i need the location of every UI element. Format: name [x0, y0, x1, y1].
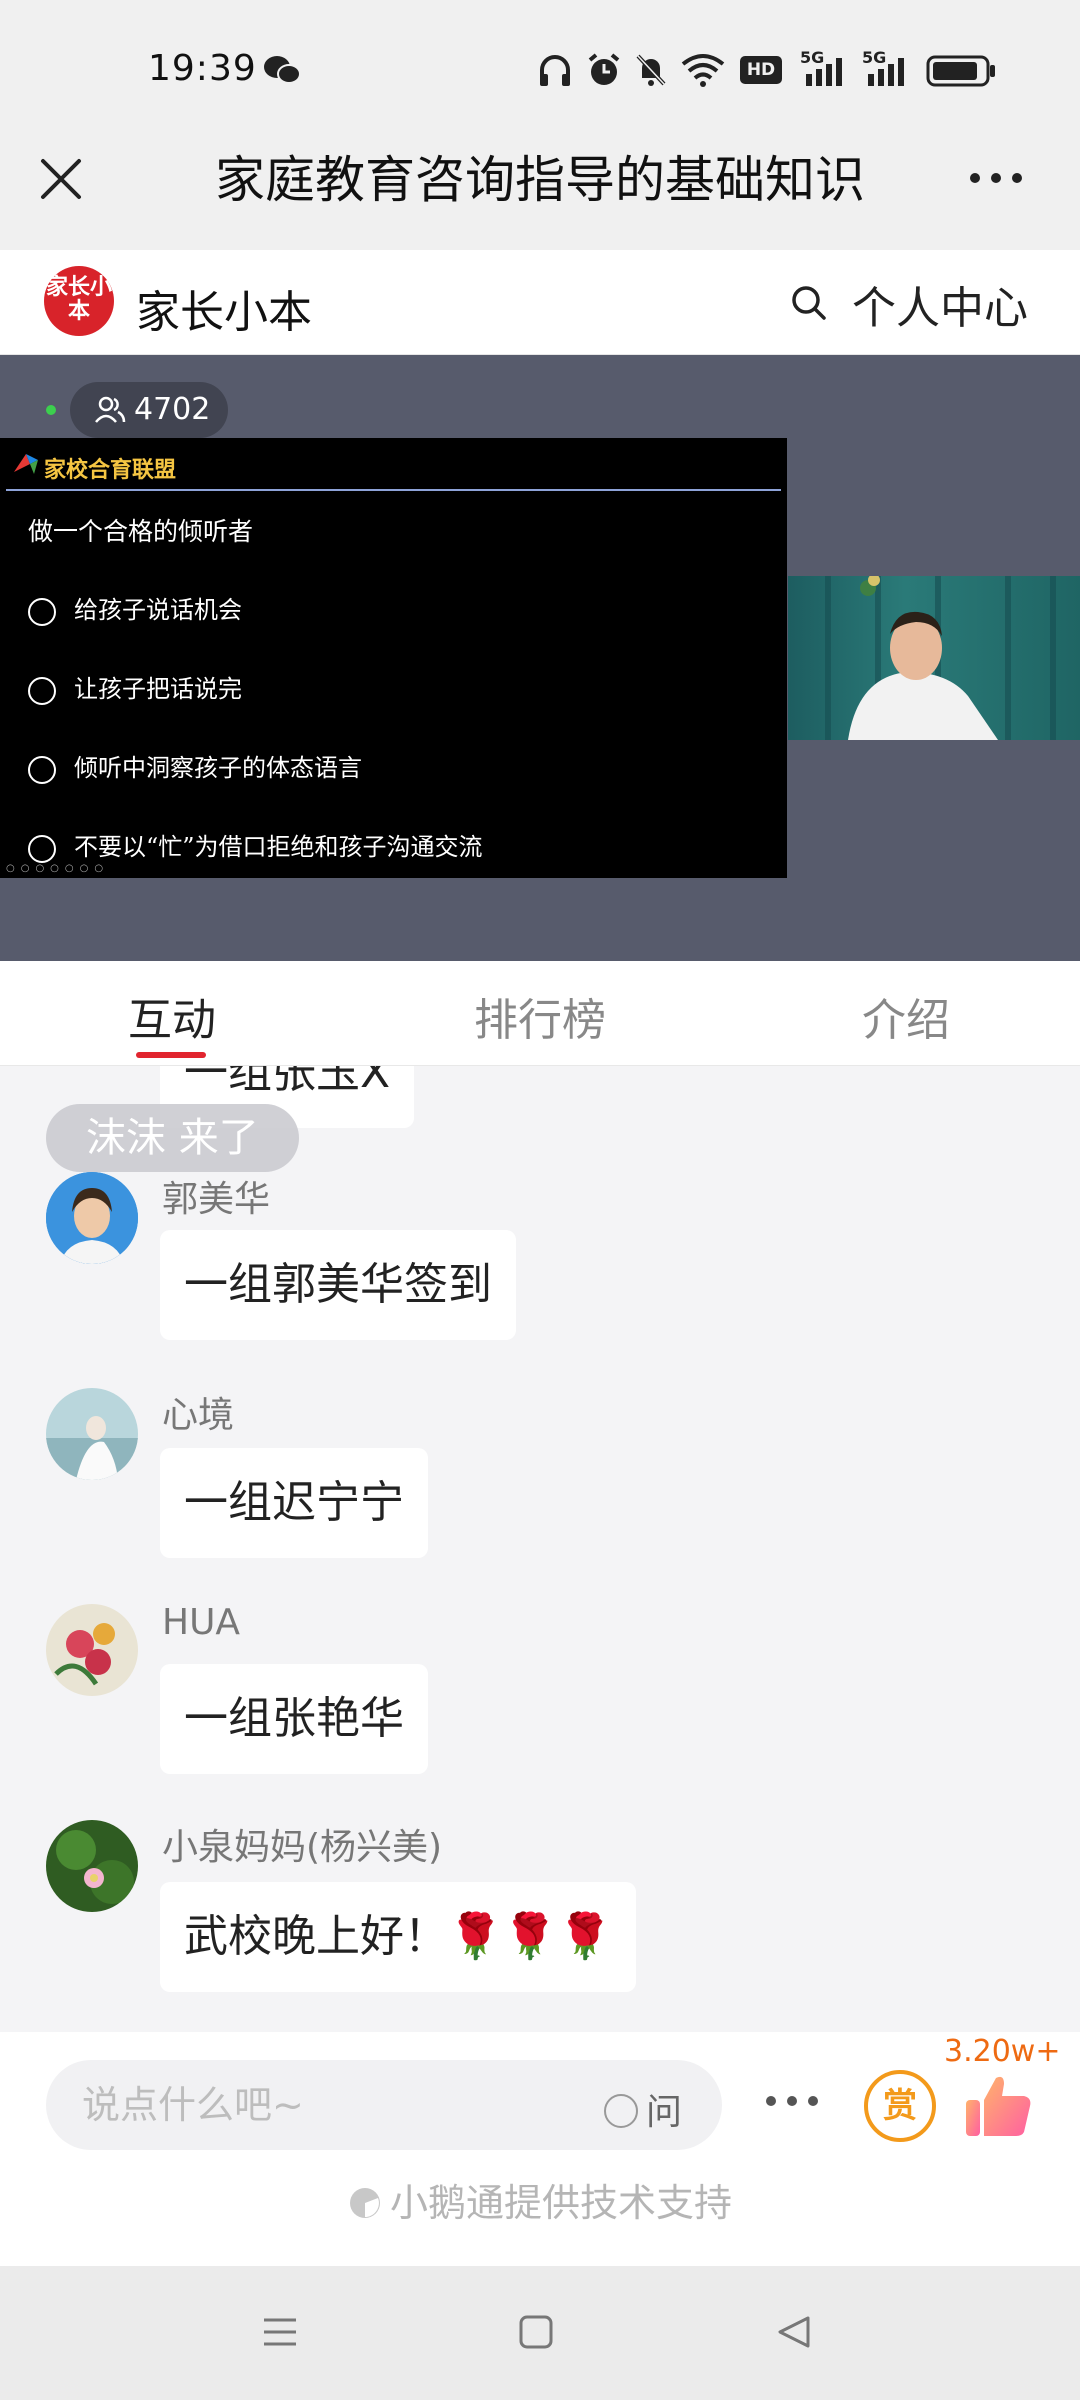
hd-badge: HD: [740, 56, 782, 84]
message-username: 郭美华: [162, 1179, 271, 1220]
avatar[interactable]: [46, 1604, 138, 1696]
tab-ranking[interactable]: 排行榜: [474, 984, 606, 1048]
battery-icon: [926, 55, 995, 87]
message-bubble[interactable]: 一组郭美华签到: [160, 1230, 516, 1340]
page-title: 家庭教育咨询指导的基础知识: [215, 151, 865, 209]
brand-logo[interactable]: 家长小本: [44, 266, 114, 336]
avatar[interactable]: [46, 1172, 138, 1264]
slide-item: 给孩子说话机会: [28, 590, 242, 626]
reward-button[interactable]: 赏: [864, 2070, 936, 2142]
message-username: 小泉妈妈(杨兴美): [162, 1827, 443, 1868]
circle-bullet-icon: [28, 676, 56, 705]
signal-icon-2: [868, 58, 904, 86]
alarm-icon: [588, 53, 620, 85]
like-count: 3.20w+: [944, 2034, 1061, 2069]
wifi-icon: [681, 54, 725, 87]
users-icon: [95, 396, 126, 423]
message-bubble[interactable]: 武校晚上好！🌹🌹🌹: [160, 1882, 637, 1992]
status-time: 19:39: [148, 48, 257, 89]
avatar-image: [46, 1604, 138, 1696]
circle-bullet-icon: [28, 755, 56, 784]
presentation-slide: [0, 438, 787, 878]
tab-intro[interactable]: 介绍: [862, 984, 950, 1048]
message-bubble[interactable]: 一组张艳华: [160, 1664, 428, 1774]
avatar[interactable]: [46, 1388, 138, 1480]
active-tab-indicator: [136, 1052, 206, 1058]
search-icon[interactable]: [790, 284, 828, 322]
more-actions-icon[interactable]: [764, 2094, 820, 2108]
xiaoe-logo-icon: [349, 2188, 380, 2218]
viewer-count: 4702: [134, 392, 211, 427]
wechat-icon: [264, 56, 301, 84]
message-username: HUA: [162, 1602, 241, 1643]
avatar[interactable]: [46, 1820, 138, 1912]
headphones-icon: [540, 55, 570, 86]
tab-interaction[interactable]: 互动: [128, 984, 216, 1048]
slide-banner: 家校合育联盟: [44, 457, 177, 483]
slide-item: 倾听中洞察孩子的体态语言: [28, 748, 362, 784]
slide-heading: 做一个合格的倾听者: [28, 517, 254, 546]
powered-by-footer: 小鹅通提供技术支持: [0, 2172, 1080, 2227]
mute-bell-icon: [636, 54, 666, 86]
join-notice: 沫沫 来了: [46, 1104, 299, 1172]
radio-circle-icon: [604, 2094, 638, 2128]
slide-divider: [6, 489, 781, 491]
brand-name[interactable]: 家长小本: [136, 276, 312, 340]
message-username: 心境: [162, 1395, 235, 1436]
alliance-logo-icon: [14, 454, 38, 474]
live-indicator-dot: [46, 405, 56, 415]
ask-question-toggle[interactable]: 问: [604, 2083, 682, 2135]
slide-toolbar[interactable]: ○○○○○○○: [6, 863, 109, 874]
viewer-count-badge: 4702: [70, 382, 228, 438]
slide-item: 让孩子把话说完: [28, 669, 242, 705]
message-bubble[interactable]: 一组迟宁宁: [160, 1448, 428, 1558]
presenter-camera[interactable]: [788, 576, 1080, 740]
presenter-image: [825, 576, 1056, 740]
circle-bullet-icon: [28, 597, 56, 626]
back-icon[interactable]: [776, 2314, 812, 2350]
circle-bullet-icon: [28, 834, 56, 863]
avatar-image: [46, 1172, 138, 1264]
slide-item: 不要以“忙”为借口拒绝和孩子沟通交流: [28, 827, 483, 863]
avatar-image: [46, 1820, 138, 1912]
home-icon[interactable]: [518, 2314, 554, 2350]
personal-center-link[interactable]: 个人中心: [852, 272, 1028, 336]
more-options-icon[interactable]: [968, 170, 1024, 186]
avatar-image: [46, 1388, 138, 1480]
menu-icon[interactable]: [262, 2314, 298, 2350]
signal-icon-1: [806, 58, 842, 86]
thumbs-up-icon[interactable]: [962, 2070, 1034, 2142]
